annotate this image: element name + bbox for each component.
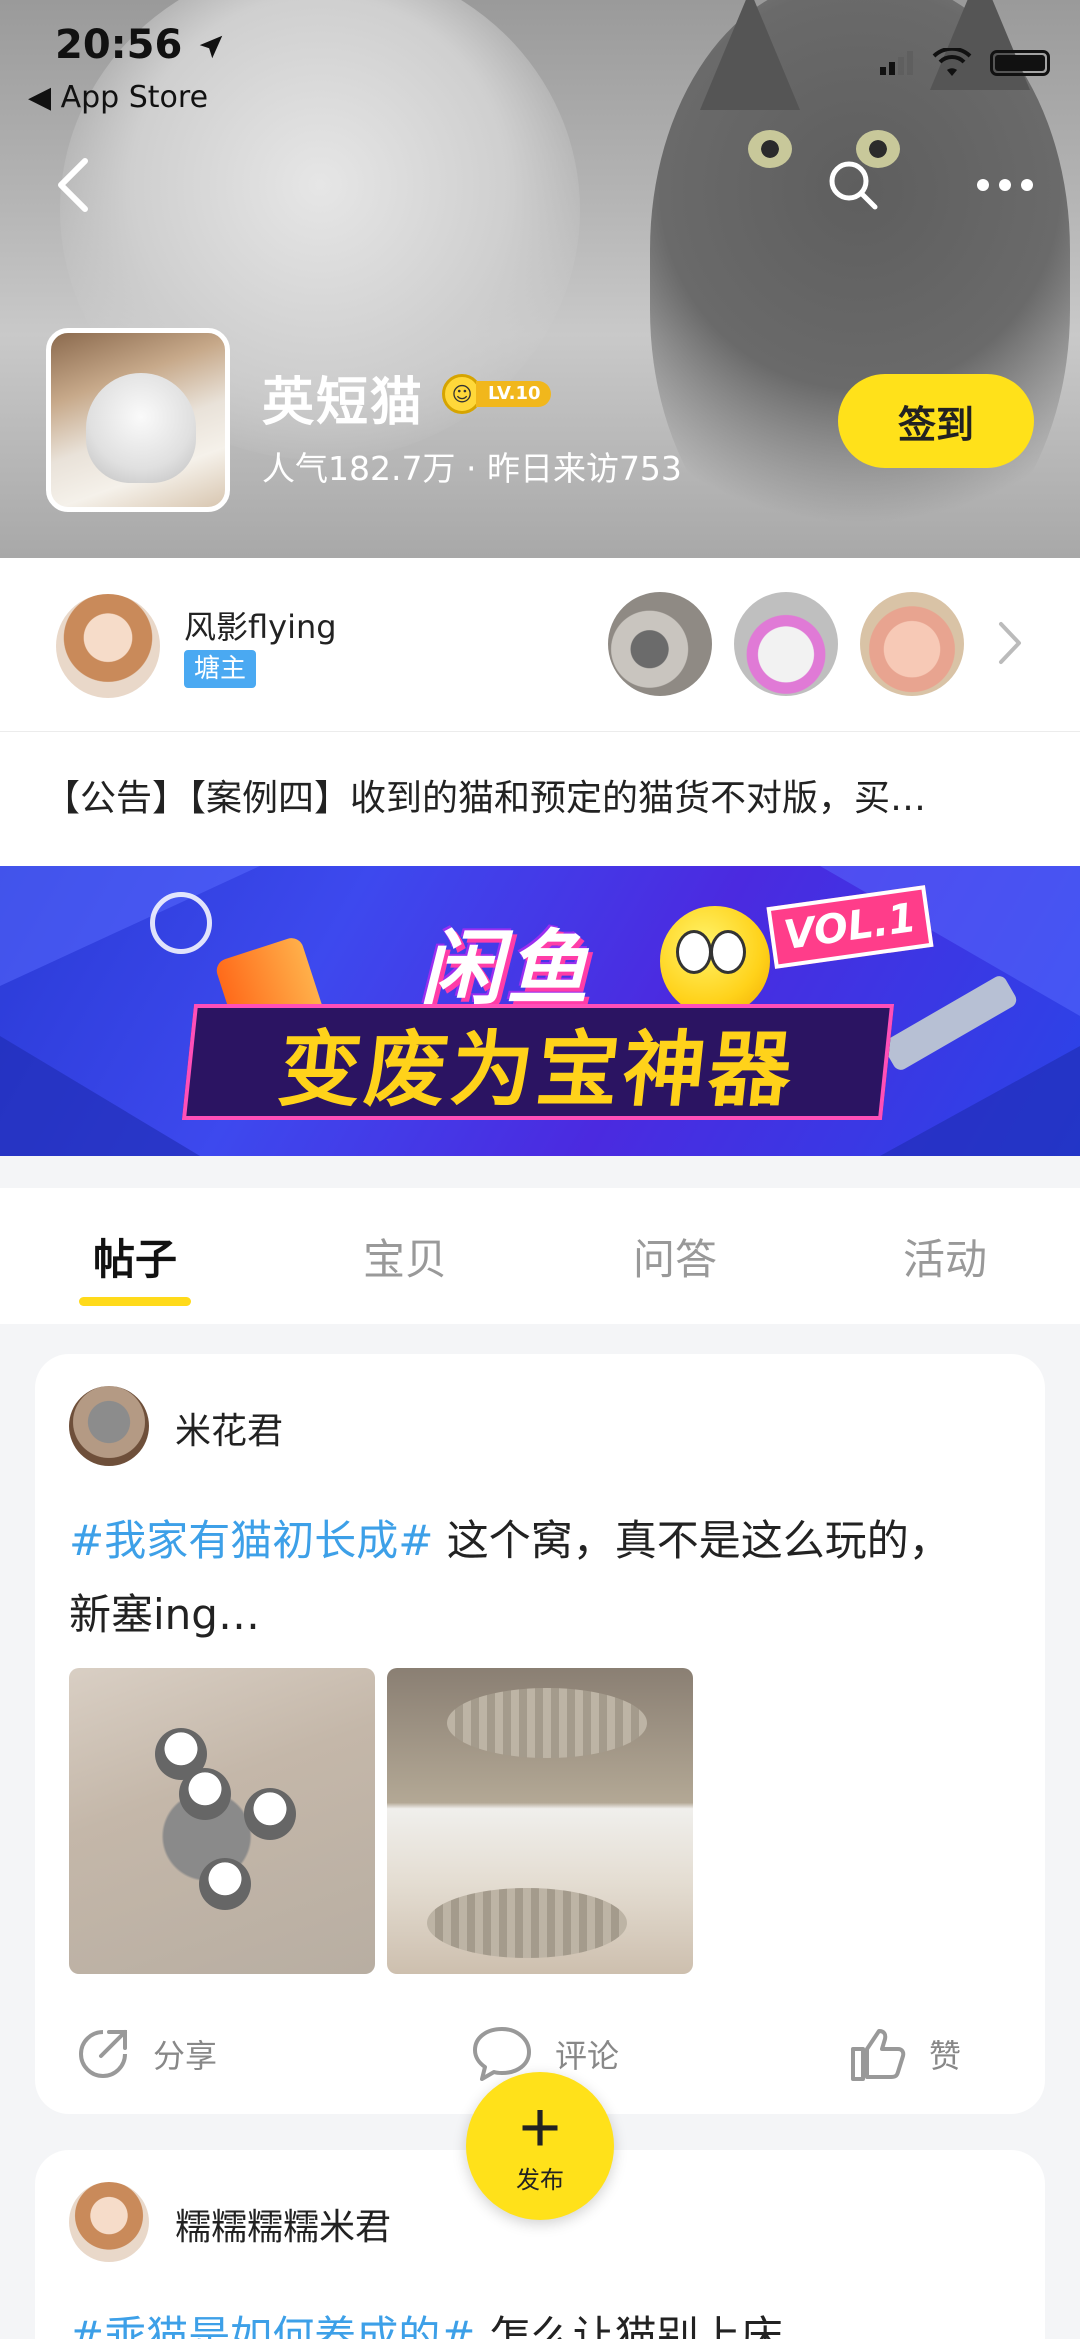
- post-author-avatar[interactable]: [69, 2182, 149, 2262]
- like-button[interactable]: 赞: [849, 2025, 961, 2083]
- search-button[interactable]: [818, 150, 888, 220]
- battery-icon: [990, 50, 1050, 76]
- share-icon: [79, 2030, 127, 2078]
- post-text[interactable]: #乖猫是如何养成的# 怎么让猫别上床: [69, 2300, 989, 2339]
- group-stats: 人气182.7万 · 昨日来访753: [262, 449, 682, 488]
- share-button[interactable]: 分享: [75, 2026, 217, 2082]
- tab-posts[interactable]: 帖子: [0, 1188, 270, 1324]
- lightbulb-icon: [150, 892, 212, 954]
- chick-mascot-icon: [660, 906, 770, 1016]
- like-label: 赞: [929, 2037, 962, 2075]
- post-card[interactable]: 米花君 #我家有猫初长成# 这个窝，真不是这么玩的，新塞ing… 分享 评论 赞: [35, 1354, 1045, 2114]
- tab-qa[interactable]: 问答: [540, 1188, 810, 1324]
- post-body: 怎么让猫别上床: [475, 2312, 783, 2339]
- tab-events[interactable]: 活动: [810, 1188, 1080, 1324]
- post-author-avatar[interactable]: [69, 1386, 149, 1466]
- member-avatar[interactable]: [860, 592, 964, 696]
- level-label: LV.10: [476, 381, 551, 407]
- publish-label: 发布: [516, 2166, 564, 2194]
- wifi-icon: [932, 48, 972, 76]
- status-time: 20:56: [55, 22, 226, 68]
- group-avatar: [46, 328, 230, 512]
- chevron-right-icon[interactable]: [995, 618, 1025, 668]
- back-to-app-store[interactable]: ◀ App Store: [28, 80, 208, 115]
- kitten-shape: [244, 1788, 296, 1840]
- basket-shape: [447, 1688, 647, 1758]
- post-image[interactable]: [387, 1668, 693, 1974]
- comment-label: 评论: [555, 2037, 620, 2075]
- tab-items[interactable]: 宝贝: [270, 1188, 540, 1324]
- kitten-shape: [199, 1858, 251, 1910]
- share-label: 分享: [153, 2037, 218, 2075]
- kitten-shape: [179, 1768, 231, 1820]
- basket-shape: [427, 1888, 627, 1958]
- member-avatar[interactable]: [734, 592, 838, 696]
- more-dots-icon: [977, 179, 1033, 191]
- promo-banner[interactable]: 闲鱼 VOL.1 变废为宝神器: [0, 866, 1080, 1156]
- post-author-name[interactable]: 米花君: [175, 1402, 283, 1454]
- header-cat-eye: [748, 130, 792, 168]
- post-hashtag[interactable]: #我家有猫初长成#: [69, 1516, 433, 1565]
- owner-row[interactable]: 风影flying 塘主: [0, 558, 1080, 732]
- owner-avatar[interactable]: [56, 594, 160, 698]
- location-arrow-icon: [200, 35, 223, 59]
- plus-icon: +: [518, 2087, 562, 2168]
- chevron-left-icon: [58, 158, 88, 212]
- back-button[interactable]: [38, 150, 108, 220]
- member-avatar[interactable]: [608, 592, 712, 696]
- post-image[interactable]: [69, 1668, 375, 1974]
- active-tab-indicator: [79, 1297, 191, 1306]
- cellular-signal-icon: [880, 51, 913, 75]
- post-text[interactable]: #我家有猫初长成# 这个窝，真不是这么玩的，新塞ing…: [69, 1504, 989, 1652]
- group-header: 20:56 ◀ App Store 英短猫 ☺ LV.10 人气182.7万 ·…: [0, 0, 1080, 558]
- post-hashtag[interactable]: #乖猫是如何养成的#: [69, 2312, 475, 2339]
- thumbs-up-icon: [851, 2029, 906, 2081]
- search-icon: [829, 161, 878, 210]
- owner-role-badge: 塘主: [184, 650, 257, 688]
- checkin-button[interactable]: 签到: [838, 374, 1034, 468]
- post-author-name[interactable]: 糯糯糯糯米君: [175, 2198, 391, 2250]
- header-cat-ear: [700, 0, 800, 110]
- announcement-bar[interactable]: 【公告】【案例四】收到的猫和预定的猫货不对版，买…: [0, 732, 1080, 866]
- group-level-badge: ☺ LV.10: [442, 374, 551, 414]
- group-title: 英短猫: [262, 373, 425, 433]
- publish-button[interactable]: + 发布: [466, 2072, 614, 2220]
- banner-title-main: 变废为宝神器: [181, 1004, 895, 1120]
- status-indicators: [880, 48, 1050, 78]
- owner-name[interactable]: 风影flying: [184, 602, 337, 648]
- content-tabs: 帖子 宝贝 问答 活动: [0, 1188, 1080, 1324]
- more-button[interactable]: [970, 150, 1040, 220]
